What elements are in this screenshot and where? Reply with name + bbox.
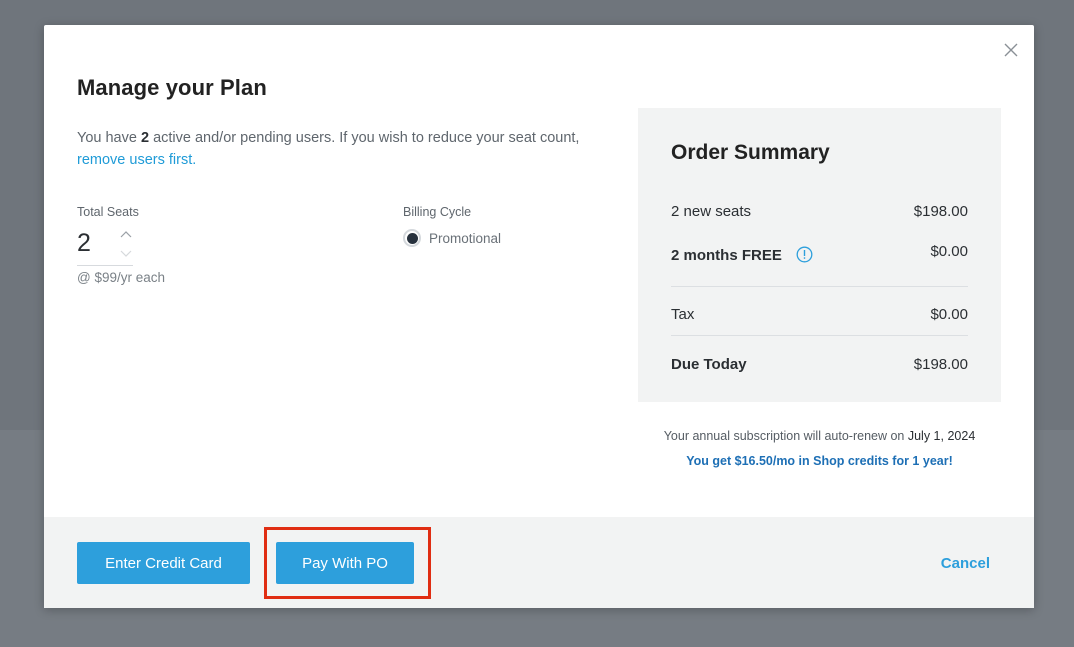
modal-footer: Enter Credit Card Pay With PO Cancel	[44, 517, 1034, 608]
intro-suffix: active and/or pending users. If you wish…	[149, 130, 580, 146]
auto-renew-date: July 1, 2024	[907, 429, 976, 443]
summary-amount: $198.00	[913, 356, 968, 373]
total-seats-stepper[interactable]: 2	[77, 225, 133, 266]
summary-row-tax: Tax $0.00	[671, 306, 968, 323]
summary-row-free-months: 2 months FREE $0.00	[671, 243, 968, 267]
summary-amount: $198.00	[913, 203, 968, 220]
summary-label: 2 new seats	[671, 203, 752, 220]
billing-cycle-label: Billing Cycle	[403, 205, 472, 219]
seats-decrement-button[interactable]	[119, 245, 133, 257]
summary-amount: $0.00	[930, 306, 968, 323]
summary-label: 2 months FREE	[671, 247, 782, 264]
cancel-link[interactable]: Cancel	[941, 555, 990, 572]
summary-amount: $0.00	[930, 243, 968, 260]
shop-credits-note: You get $16.50/mo in Shop credits for 1 …	[686, 454, 953, 468]
radio-selected-dot	[406, 232, 418, 244]
total-seats-value[interactable]: 2	[77, 229, 91, 258]
total-seats-label: Total Seats	[77, 205, 139, 219]
promotional-radio[interactable]	[403, 229, 421, 247]
order-summary-title: Order Summary	[671, 141, 830, 164]
info-circle-icon[interactable]	[796, 246, 813, 267]
close-icon	[1004, 43, 1018, 57]
intro-text: You have 2 active and/or pending users. …	[77, 127, 607, 171]
auto-renew-text: Your annual subscription will auto-renew…	[663, 429, 908, 443]
close-button[interactable]	[1002, 41, 1020, 59]
remove-users-link[interactable]: remove users first.	[77, 152, 196, 168]
summary-label: Due Today	[671, 356, 747, 373]
summary-divider	[671, 335, 968, 336]
order-summary-panel: Order Summary 2 new seats $198.00 2 mont…	[638, 108, 1001, 402]
summary-row-due-today: Due Today $198.00	[671, 356, 968, 373]
chevron-up-icon	[120, 231, 132, 238]
active-user-count: 2	[140, 130, 150, 146]
summary-row-seats: 2 new seats $198.00	[671, 203, 968, 220]
pay-with-po-button[interactable]: Pay With PO	[276, 542, 414, 584]
manage-plan-modal: Manage your Plan You have 2 active and/o…	[44, 25, 1034, 608]
promotional-label: Promotional	[429, 230, 502, 246]
auto-renew-note: Your annual subscription will auto-renew…	[638, 429, 1001, 443]
intro-prefix: You have	[77, 130, 141, 146]
modal-title: Manage your Plan	[77, 75, 267, 100]
summary-divider	[671, 286, 968, 287]
billing-option-promotional[interactable]: Promotional	[403, 229, 501, 247]
enter-credit-card-button[interactable]: Enter Credit Card	[77, 542, 250, 584]
summary-label: Tax	[671, 306, 695, 323]
seat-price: @ $99/yr each	[77, 270, 166, 285]
chevron-down-icon	[120, 250, 132, 257]
seats-increment-button[interactable]	[119, 227, 133, 238]
